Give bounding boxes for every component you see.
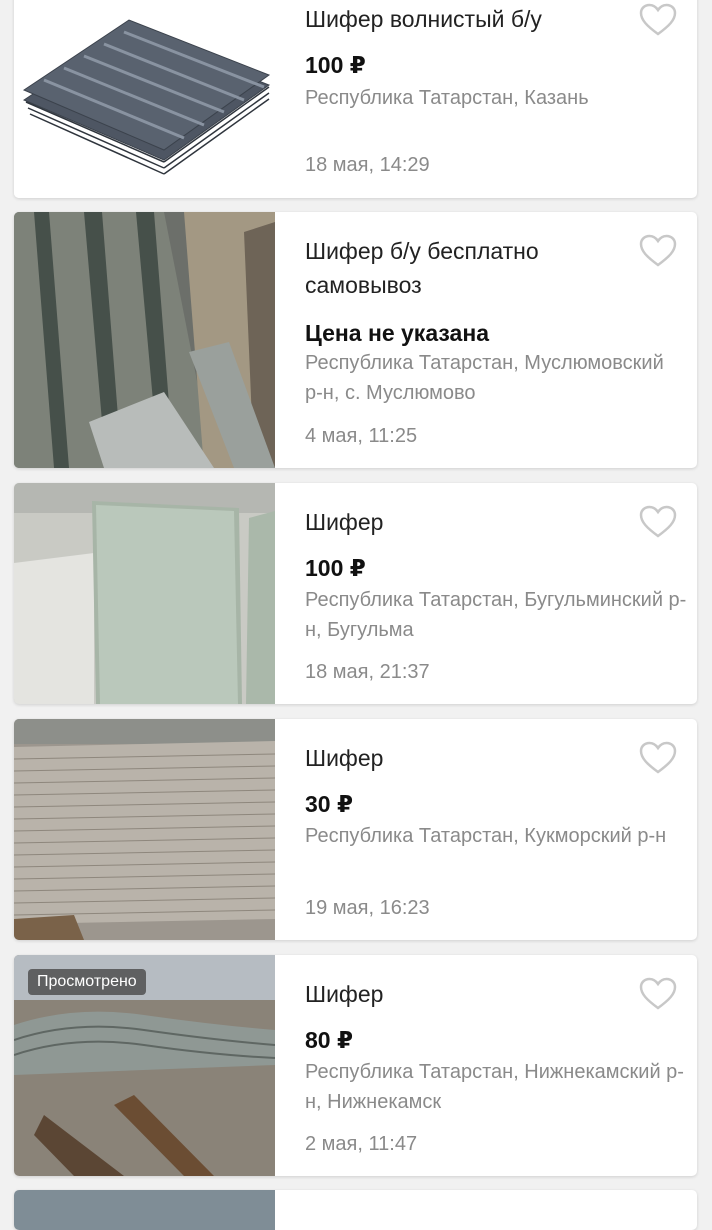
listing-price: 80 ₽ [305,1027,353,1053]
listing-card-partial[interactable] [14,1190,697,1230]
listing-price: 100 ₽ [305,52,366,78]
listing-date: 18 мая, 14:29 [305,154,430,176]
favorite-heart-icon[interactable] [639,3,677,37]
listing-photo[interactable] [14,1190,275,1230]
listing-title[interactable]: Шифер б/у бесплатно самовывоз [305,234,637,302]
listing-location: Республика Татарстан, Казань [305,87,589,109]
listing-location: Республика Татарстан, Бугульминский р-н,… [305,589,687,641]
listing-card[interactable]: Просмотрено Шифер 80 ₽ Республика Татарс… [14,955,697,1176]
viewed-badge: Просмотрено [28,969,146,995]
listing-card[interactable]: Шифер 100 ₽ Республика Татарстан, Бугуль… [14,483,697,704]
listing-photo[interactable] [14,0,275,198]
listing-location: Республика Татарстан, Кукморский р-н [305,825,667,847]
listing-photo[interactable] [14,719,275,940]
listing-price: Цена не указана [305,320,489,346]
listing-photo[interactable]: Просмотрено [14,955,275,1176]
listing-photo[interactable] [14,212,275,468]
listing-date: 19 мая, 16:23 [305,897,430,919]
listing-location: Республика Татарстан, Нижнекамский р-н, … [305,1061,684,1113]
listing-price: 30 ₽ [305,791,353,817]
favorite-heart-icon[interactable] [639,505,677,539]
favorite-heart-icon[interactable] [639,234,677,268]
listing-card[interactable]: Шифер б/у бесплатно самовывоз Цена не ук… [14,212,697,468]
listing-title[interactable]: Шифер волнистый б/у [305,2,637,36]
favorite-heart-icon[interactable] [639,741,677,775]
listing-card[interactable]: Шифер волнистый б/у 100 ₽ Республика Тат… [14,0,697,198]
listing-location: Республика Татарстан, Муслюмовский р-н, … [305,352,664,404]
listing-date: 18 мая, 21:37 [305,661,430,683]
favorite-heart-icon[interactable] [639,977,677,1011]
listing-title[interactable]: Шифер [305,741,637,775]
listing-title[interactable]: Шифер [305,505,637,539]
listing-date: 2 мая, 11:47 [305,1133,418,1155]
listing-card[interactable]: Шифер 30 ₽ Республика Татарстан, Кукморс… [14,719,697,940]
listing-price: 100 ₽ [305,555,366,581]
listing-photo[interactable] [14,483,275,704]
listing-title[interactable]: Шифер [305,977,637,1011]
listing-date: 4 мая, 11:25 [305,425,418,447]
